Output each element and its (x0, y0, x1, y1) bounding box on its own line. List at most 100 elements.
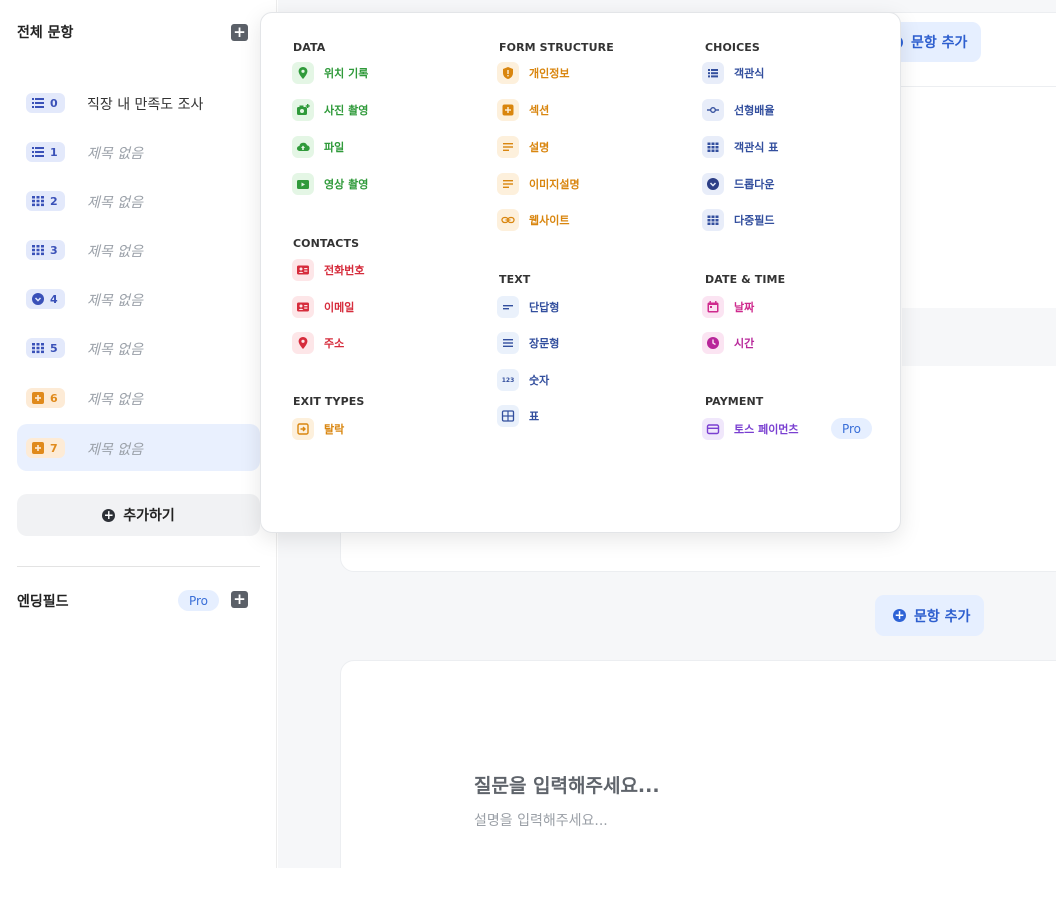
description-input[interactable]: 설명을 입력해주세요... (474, 810, 608, 830)
menu-item-file[interactable]: 파일 (292, 135, 344, 159)
menu-item-address[interactable]: 주소 (292, 331, 344, 355)
text-lines-icon (497, 136, 519, 158)
question-input[interactable]: 질문을 입력해주세요... (474, 771, 660, 798)
question-number: 3 (50, 243, 58, 257)
menu-item-label: 숫자 (529, 374, 550, 387)
question-card-bottom[interactable] (340, 660, 1056, 868)
long-text-icon (497, 332, 519, 354)
question-title: 제목 없음 (87, 146, 143, 162)
question-item[interactable]: 6 제목 없음 (17, 374, 260, 421)
menu-item-label: 파일 (324, 141, 345, 154)
menu-item-label: 토스 페이먼츠 (734, 423, 799, 436)
menu-item-label: 날짜 (734, 301, 755, 314)
contact-card-icon (292, 296, 314, 318)
menu-item-email[interactable]: 이메일 (292, 295, 354, 319)
menu-item-label: 영상 촬영 (324, 178, 369, 191)
grid-icon (702, 136, 724, 158)
question-title: 제목 없음 (87, 342, 143, 358)
add-question-plus-button[interactable]: + (231, 24, 248, 41)
menu-item-multiple-choice[interactable]: 객관식 (702, 61, 764, 85)
dropdown-icon (32, 293, 44, 305)
list-icon (32, 98, 44, 108)
menu-item-date[interactable]: 날짜 (702, 295, 754, 319)
linear-scale-icon (702, 99, 724, 121)
menu-item-table[interactable]: 표 (497, 404, 539, 428)
question-item[interactable]: 1 제목 없음 (17, 128, 260, 175)
menu-item-label: 선형배율 (734, 104, 775, 117)
menu-item-location[interactable]: 위치 기록 (292, 61, 368, 85)
short-text-icon (497, 296, 519, 318)
menu-item-label: 주소 (324, 337, 345, 350)
menu-item-short-answer[interactable]: 단답형 (497, 295, 559, 319)
question-badge: 7 (26, 438, 65, 458)
sidebar: 전체 문항 + 0 직장 내 만족도 조사 1 제목 없음 2 제목 없음 3 … (0, 0, 277, 868)
add-more-label: 추가하기 (123, 508, 175, 524)
menu-item-number[interactable]: 123 숫자 (497, 368, 549, 392)
menu-item-website[interactable]: 웹사이트 (497, 208, 569, 232)
question-title: 직장 내 만족도 조사 (87, 97, 204, 113)
menu-item-multi-field[interactable]: 다중필드 (702, 208, 774, 232)
menu-item-label: 이메일 (324, 301, 355, 314)
exit-icon (292, 418, 314, 440)
menu-item-label: 전화번호 (324, 264, 365, 277)
menu-item-image-description[interactable]: 이미지설명 (497, 172, 580, 196)
question-item-selected[interactable]: 7 제목 없음 (17, 424, 260, 471)
question-item[interactable]: 3 제목 없음 (17, 226, 260, 273)
question-item[interactable]: 4 제목 없음 (17, 275, 260, 322)
table-icon (497, 405, 519, 427)
section-title-form-structure: FORM STRUCTURE (499, 41, 614, 54)
menu-item-dropout[interactable]: 탈락 (292, 417, 344, 441)
menu-item-label: 다중필드 (734, 214, 775, 227)
section-title-text: TEXT (499, 273, 531, 286)
question-item[interactable]: 5 제목 없음 (17, 324, 260, 371)
add-more-button[interactable]: + 추가하기 (17, 494, 260, 536)
grid-icon (32, 245, 44, 256)
section-title-date-time: DATE & TIME (705, 273, 786, 286)
menu-item-linear-scale[interactable]: 선형배율 (702, 98, 774, 122)
question-number: 6 (50, 391, 58, 405)
clock-icon (702, 332, 724, 354)
menu-item-section[interactable]: 섹션 (497, 98, 549, 122)
menu-item-label: 드롭다운 (734, 178, 775, 191)
menu-item-time[interactable]: 시간 (702, 331, 754, 355)
section-title-contacts: CONTACTS (293, 237, 360, 250)
menu-item-photo[interactable]: 사진 촬영 (292, 98, 368, 122)
video-icon (292, 173, 314, 195)
question-item[interactable]: 2 제목 없음 (17, 177, 260, 224)
menu-item-video[interactable]: 영상 촬영 (292, 172, 368, 196)
list-icon (32, 147, 44, 157)
question-badge: 0 (26, 93, 65, 113)
menu-item-description[interactable]: 설명 (497, 135, 549, 159)
sidebar-header: 전체 문항 (17, 25, 74, 41)
dropdown-icon (702, 173, 724, 195)
menu-item-label: 탈락 (324, 423, 345, 436)
cloud-upload-icon (292, 136, 314, 158)
location-pin-icon (292, 332, 314, 354)
grid-icon (702, 209, 724, 231)
menu-item-label: 개인정보 (529, 67, 570, 80)
menu-item-label: 위치 기록 (324, 67, 369, 80)
add-question-button[interactable]: + 문항 추가 (875, 595, 985, 636)
add-question-label: 문항 추가 (911, 35, 968, 51)
section-title-exit-types: EXIT TYPES (293, 395, 365, 408)
menu-item-label: 객관식 (734, 67, 765, 80)
menu-item-toss-payments[interactable]: 토스 페이먼츠 (702, 417, 799, 441)
section-title-data: DATA (293, 41, 326, 54)
menu-item-choice-grid[interactable]: 객관식 표 (702, 135, 778, 159)
menu-item-phone[interactable]: 전화번호 (292, 258, 364, 282)
menu-item-dropdown[interactable]: 드롭다운 (702, 172, 774, 196)
location-pin-icon (292, 62, 314, 84)
card-option-strip (902, 308, 1056, 366)
add-ending-plus-button[interactable]: + (231, 591, 248, 608)
menu-item-label: 사진 촬영 (324, 104, 369, 117)
question-item[interactable]: 0 직장 내 만족도 조사 (17, 79, 260, 126)
menu-item-label: 시간 (734, 337, 755, 350)
calendar-icon (702, 296, 724, 318)
question-number: 7 (50, 441, 58, 455)
question-number: 1 (50, 145, 58, 159)
sidebar-divider (17, 566, 260, 567)
plus-circle-icon: + (102, 507, 116, 522)
link-icon (497, 209, 519, 231)
menu-item-long-answer[interactable]: 장문형 (497, 331, 559, 355)
menu-item-personal-info[interactable]: 개인정보 (497, 61, 569, 85)
